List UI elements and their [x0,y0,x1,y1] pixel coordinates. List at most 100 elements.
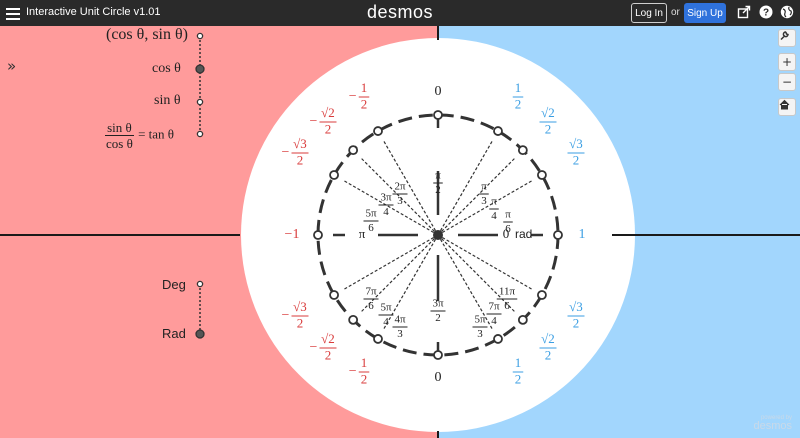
value-label-3-num: 1 [361,80,368,95]
value-label-6-num: √3 [293,299,307,314]
angle-point-135 [348,145,359,156]
tan-fraction: sin θ cos θ [104,121,135,150]
value-label-11-den: 2 [515,372,522,387]
login-button[interactable]: Log In [631,3,667,23]
radian-label-11-num: 5π [474,314,486,326]
radian-label-6-num: 5π [365,208,377,220]
radian-label-10-num: 3π [432,298,444,310]
angle-point-150 [329,170,339,180]
top-bar: Interactive Unit Circle v1.01 desmos Log… [0,0,800,26]
radian-label-10-den: 2 [435,312,441,324]
radian-label-5-num: 3π [380,192,392,204]
value-sign-7: − [310,340,318,355]
deg-toggle [196,280,204,288]
value-label-1-num: √2 [541,105,555,120]
value-label-11-num: 1 [515,355,522,370]
point-expression[interactable]: (cos θ, sin θ) [106,26,188,44]
value-label-8-den: 2 [361,372,368,387]
radian-label-11-den: 3 [477,328,483,340]
value-label-4-num: √2 [321,105,335,120]
zero-rad-value: 0 [503,226,510,241]
default-viewport-button[interactable] [778,98,796,116]
unit-circle-plot: π2 π3 π4 π62π33π45π67π6 5π4 4π33π2 5π37π411π6π… [0,26,800,438]
angle-point-330 [537,290,547,300]
rad-unit-label: rad [515,227,532,241]
svg-text:?: ? [763,8,769,19]
value-label-0-num: 1 [515,80,522,95]
powered-by-brand: desmos [753,420,792,432]
radian-label-12-den: 4 [491,315,497,327]
radian-label-13-den: 6 [504,300,510,312]
help-icon[interactable]: ? [759,5,773,19]
radian-label-9-num: 4π [394,314,406,326]
radian-label-13-num: 11π [499,286,516,298]
value-label-10-num: √2 [541,331,555,346]
value-sign-5: − [282,145,290,160]
value-sign-3: − [349,89,357,104]
or-text: or [671,7,680,18]
deg-label[interactable]: Deg [162,277,186,292]
wrench-icon [780,31,789,41]
value-sign-4: − [310,114,318,129]
angle-point-315 [517,314,528,325]
value-label-9-den: 2 [573,316,580,331]
expression-toggle-3 [196,130,204,138]
graph-title: Interactive Unit Circle v1.01 [26,6,161,18]
angle-point-30 [537,170,547,180]
signup-button[interactable]: Sign Up [684,3,726,23]
radian-label-5-den: 4 [383,206,389,218]
value-label-7-num: √2 [321,331,335,346]
angle-point-0 [553,230,563,240]
radian-label-1-den: 3 [481,195,487,207]
radian-label-8-den: 4 [383,316,389,328]
value-label-7-den: 2 [325,348,332,363]
sin-expression[interactable]: sin θ [154,93,181,109]
radian-label-7-den: 6 [368,300,374,312]
zoom-in-button[interactable]: + [778,53,796,71]
angle-point-90 [433,110,443,120]
rad-label[interactable]: Rad [162,326,186,341]
value-label-5-num: √3 [293,136,307,151]
expression-toggle-2 [196,98,204,106]
angle-point-210 [329,290,339,300]
value-label-8-num: 1 [361,355,368,370]
origin-point [433,230,443,240]
radian-label-12-num: 7π [488,301,500,313]
value-label-4-den: 2 [325,122,332,137]
axis-top-label: 0 [435,84,442,99]
axis-right-label: 1 [579,227,586,242]
tan-denominator: cos θ [106,136,133,151]
cos-expression[interactable]: cos θ [152,61,181,77]
menu-icon[interactable] [6,5,20,21]
radian-label-7-num: 7π [365,286,377,298]
value-sign-8: − [349,364,357,379]
value-label-0-den: 2 [515,97,522,112]
angle-point-225 [348,314,359,325]
expression-toggle-0 [196,32,204,40]
angle-point-240 [373,334,383,344]
radian-label-3-num: π [505,209,511,221]
radian-label-8-num: 5π [380,302,392,314]
expression-toggle-1 [195,64,205,74]
value-label-6-den: 2 [297,316,304,331]
axis-left-label: −1 [285,227,300,242]
value-label-2-num: √3 [569,136,583,151]
graph-settings-button[interactable] [778,29,796,47]
radian-label-2-den: 4 [491,210,497,222]
radian-label-6-den: 6 [368,222,374,234]
axis-bottom-label: 0 [435,370,442,385]
globe-icon[interactable] [780,5,794,19]
value-label-9-num: √3 [569,299,583,314]
radian-label-1-num: π [481,181,487,193]
zoom-in-icon: + [781,55,793,69]
pi-label: π [359,226,366,241]
expand-expressions-icon[interactable]: » [7,57,16,75]
zoom-out-button[interactable]: − [778,73,796,91]
graph-paper[interactable]: π 2 π 3 π 4 π 6 2π 3 3π 4 5π 6 7π 6 5π 4 4π 3 3π 2 5π 3 7π 4 11π 6 π… [0,26,800,438]
share-icon[interactable] [737,5,751,19]
radian-label-0-den: 2 [435,184,441,196]
radian-label-9-den: 3 [397,328,403,340]
tan-expression[interactable]: sin θ cos θ = tan θ [104,121,174,150]
value-label-1-den: 2 [545,122,552,137]
radian-label-0-num: π [435,170,441,182]
